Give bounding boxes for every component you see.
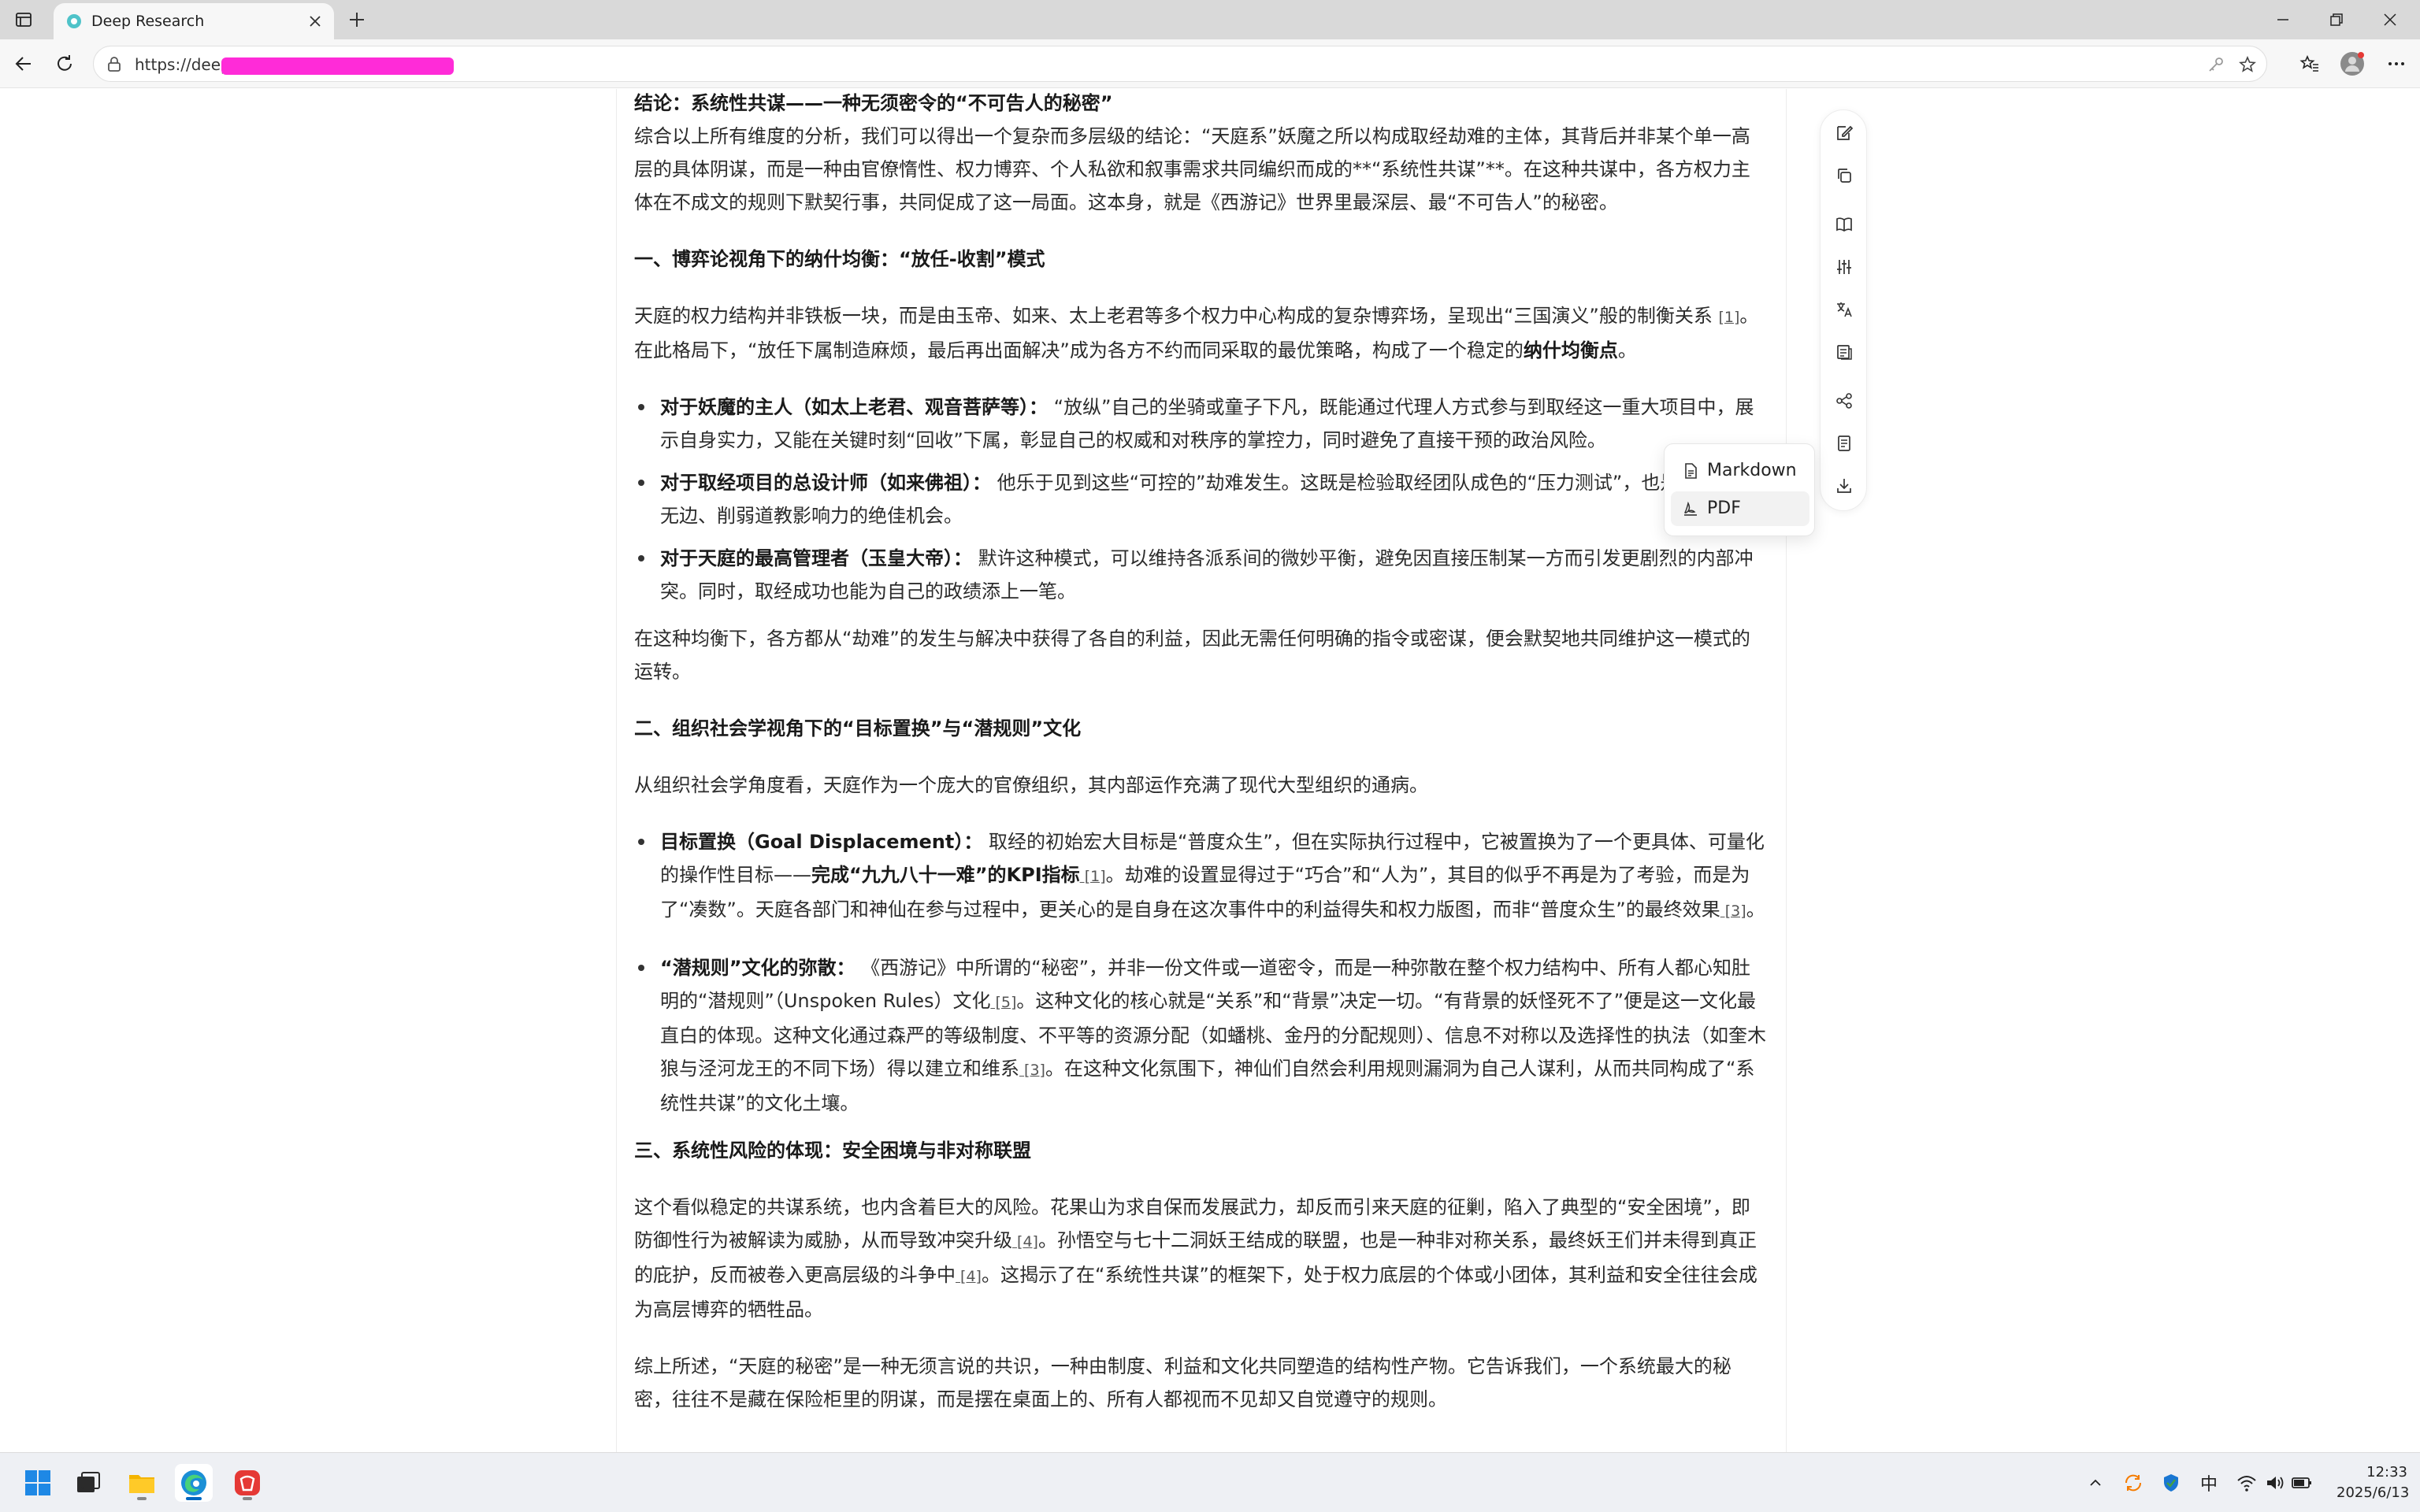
section2-paragraph: 从组织社会学角度看，天庭作为一个庞大的官僚组织，其内部运作充满了现代大型组织的通… xyxy=(634,774,1428,796)
report-article: 结论：系统性共谋——一种无须密令的“不可告人的秘密” 综合以上所有维度的分析，我… xyxy=(634,89,1769,1416)
more-icon[interactable] xyxy=(2382,50,2411,78)
chevron-up-icon[interactable] xyxy=(2083,1470,2108,1495)
section1-list: 对于妖魔的主人（如太上老君、观音菩萨等）： “放纵”自己的坐骑或童子下凡，既能通… xyxy=(634,391,1769,608)
star-icon[interactable] xyxy=(2238,55,2257,74)
security-shield-icon[interactable] xyxy=(2158,1470,2184,1495)
markdown-file-icon xyxy=(1682,462,1699,480)
section2-list: 目标置换（Goal Displacement）： 取经的初始宏大目标是“普度众生… xyxy=(634,825,1769,1120)
clock-date: 2025/6/13 xyxy=(2336,1484,2410,1501)
browser-toolbar: https://deep xyxy=(0,39,2420,88)
download-icon[interactable] xyxy=(1832,474,1856,498)
close-icon[interactable] xyxy=(304,10,326,32)
start-icon[interactable] xyxy=(19,1464,57,1502)
minimize-icon[interactable] xyxy=(2256,0,2310,39)
list-item: “潜规则”文化的弥散： 《西游记》中所谓的“秘密”，并非一份文件或一道密令，而是… xyxy=(634,951,1769,1120)
volume-icon[interactable] xyxy=(2262,1470,2288,1495)
list-item: 目标置换（Goal Displacement）： 取经的初始宏大目标是“普度众生… xyxy=(634,825,1769,928)
back-arrow-icon[interactable] xyxy=(9,50,38,78)
conclusion-heading: 结论：系统性共谋——一种无须密令的“不可告人的秘密” xyxy=(634,92,1113,114)
favicon xyxy=(65,12,84,31)
menu-item-label: Markdown xyxy=(1707,461,1797,480)
profile-avatar[interactable] xyxy=(2338,50,2366,78)
list-item: 对于妖魔的主人（如太上老君、观音菩萨等）： “放纵”自己的坐骑或童子下凡，既能通… xyxy=(634,391,1769,457)
export-menu: Markdown PDF xyxy=(1664,443,1815,536)
app-icon[interactable] xyxy=(228,1464,266,1502)
section1-paragraph: 天庭的权力结构并非铁板一块，而是由玉帝、如来、太上老君等多个权力中心构成的复杂博… xyxy=(634,305,1759,361)
plus-icon[interactable] xyxy=(343,6,370,33)
notes-icon[interactable] xyxy=(1832,432,1856,455)
citation-link[interactable]: [3] xyxy=(1720,902,1746,920)
ime-indicator[interactable]: 中 xyxy=(2196,1470,2221,1495)
lock-icon[interactable] xyxy=(105,55,124,74)
browser-tab[interactable]: Deep Research xyxy=(54,3,334,39)
browser-tab-strip: Deep Research xyxy=(0,0,2420,39)
sidebar-toggle-icon[interactable] xyxy=(11,8,36,32)
list-item: 对于取经项目的总设计师（如来佛祖）： 他乐于见到这些“可控的”劫难发生。这既是检… xyxy=(634,466,1769,532)
list-item: 对于天庭的最高管理者（玉皇大帝）： 默许这种模式，可以维持各派系间的微妙平衡，避… xyxy=(634,542,1769,608)
menu-item-label: PDF xyxy=(1707,498,1741,518)
summary-icon[interactable] xyxy=(1832,340,1856,364)
citation-link[interactable]: [5] xyxy=(990,994,1017,1011)
system-clock[interactable]: 12:33 2025/6/13 xyxy=(2336,1462,2410,1503)
page-viewport: 结论：系统性共谋——一种无须密令的“不可告人的秘密” 综合以上所有维度的分析，我… xyxy=(0,89,2420,1452)
close-window-icon[interactable] xyxy=(2363,0,2417,39)
favorites-icon[interactable] xyxy=(2296,50,2324,78)
battery-icon[interactable] xyxy=(2289,1470,2314,1495)
citation-link[interactable]: [1] xyxy=(1719,309,1740,326)
redaction-mask xyxy=(221,57,454,75)
key-icon[interactable] xyxy=(2207,55,2225,74)
copy-icon[interactable] xyxy=(1832,164,1856,187)
side-toolbar xyxy=(1820,109,1867,511)
clock-time: 12:33 xyxy=(2366,1464,2407,1480)
intro-paragraph: 综合以上所有维度的分析，我们可以得出一个复杂而多层级的结论：“天庭系”妖魔之所以… xyxy=(634,125,1750,213)
export-markdown-item[interactable]: Markdown xyxy=(1671,454,1809,488)
section1-heading: 一、博弈论视角下的纳什均衡：“放任-收割”模式 xyxy=(634,248,1045,270)
edge-browser-icon[interactable] xyxy=(175,1464,213,1502)
sync-icon[interactable] xyxy=(2121,1470,2146,1495)
citation-link[interactable]: [1] xyxy=(1080,868,1106,885)
wifi-icon[interactable] xyxy=(2234,1470,2259,1495)
taskbar: 中 12:33 2025/6/13 xyxy=(0,1452,2420,1512)
pdf-file-icon xyxy=(1682,500,1699,517)
book-icon[interactable] xyxy=(1832,213,1856,236)
export-pdf-item[interactable]: PDF xyxy=(1671,491,1809,526)
tab-title: Deep Research xyxy=(91,13,205,30)
mindmap-icon[interactable] xyxy=(1832,389,1856,413)
citation-link[interactable]: [4] xyxy=(1012,1233,1038,1251)
refresh-icon[interactable] xyxy=(50,50,79,78)
translate-icon[interactable] xyxy=(1832,298,1856,321)
file-explorer-icon[interactable] xyxy=(123,1464,161,1502)
edit-icon[interactable] xyxy=(1832,121,1856,145)
section2-heading: 二、组织社会学视角下的“目标置换”与“潜规则”文化 xyxy=(634,717,1082,739)
section3-heading: 三、系统性风险的体现：安全困境与非对称联盟 xyxy=(634,1140,1031,1162)
task-view-icon[interactable] xyxy=(69,1464,107,1502)
citation-link[interactable]: [4] xyxy=(956,1268,982,1285)
address-bar[interactable]: https://deep xyxy=(93,46,2267,82)
section3-paragraph: 这个看似稳定的共谋系统，也内含着巨大的风险。花果山为求自保而发展武力，却反而引来… xyxy=(634,1196,1757,1321)
sliders-icon[interactable] xyxy=(1832,255,1856,279)
url-text[interactable]: https://deep xyxy=(135,46,231,83)
citation-link[interactable]: [3] xyxy=(1019,1062,1045,1079)
final-summary: 综上所述，“天庭的秘密”是一种无须言说的共识，一种由制度、利益和文化共同塑造的结… xyxy=(634,1355,1731,1410)
section1-summary: 在这种均衡下，各方都从“劫难”的发生与解决中获得了各自的利益，因此无需任何明确的… xyxy=(634,628,1750,683)
restore-icon[interactable] xyxy=(2310,0,2363,39)
